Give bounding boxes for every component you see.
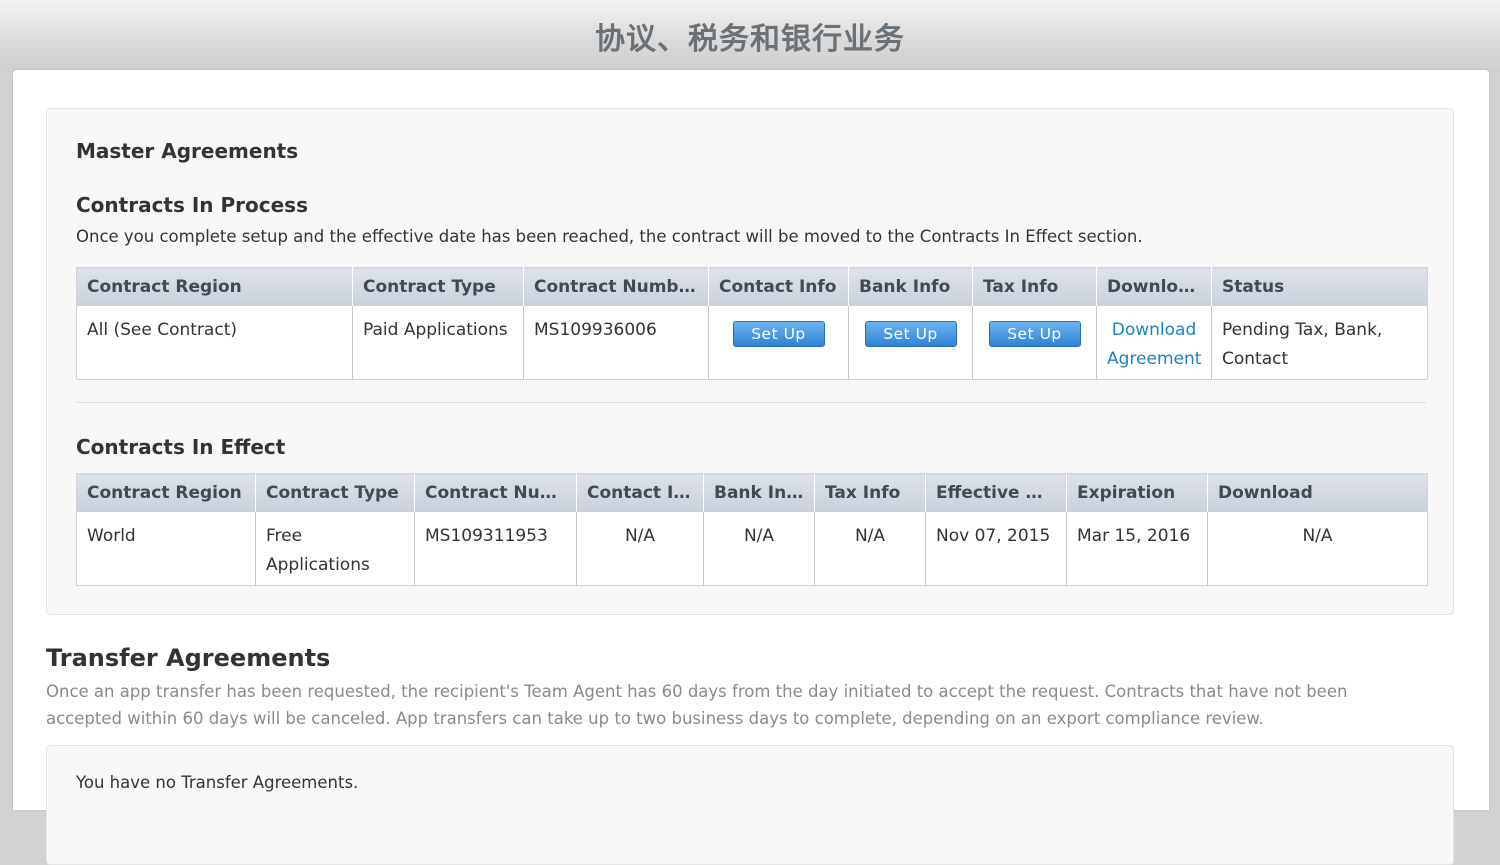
column-header[interactable]: Contract Number	[523, 267, 709, 306]
column-header[interactable]: Expiration	[1066, 473, 1208, 512]
transfer-agreements-heading: Transfer Agreements	[46, 644, 331, 672]
column-header[interactable]: Bank Info	[703, 473, 815, 512]
bank-setup-button[interactable]: Set Up	[864, 320, 957, 347]
tax-info-cell: Set Up	[972, 305, 1097, 380]
expiration-cell: Mar 15, 2016	[1066, 511, 1208, 586]
column-header[interactable]: Tax Info	[814, 473, 926, 512]
column-header[interactable]: Download	[1207, 473, 1428, 512]
contracts-in-process-description: Once you complete setup and the effectiv…	[76, 227, 1143, 246]
contracts-in-effect-table: Contract Region Contract Type Contract N…	[76, 473, 1428, 586]
no-transfer-agreements-message: You have no Transfer Agreements.	[76, 773, 359, 792]
tax-setup-button[interactable]: Set Up	[988, 320, 1081, 347]
transfer-agreements-description: Once an app transfer has been requested,…	[46, 682, 1348, 728]
table-header-row: Contract Region Contract Type Contract N…	[76, 267, 1428, 306]
table-row: World Free Applications MS109311953 N/A …	[77, 511, 1428, 586]
download-cell: N/A	[1207, 511, 1428, 586]
contracts-in-process-table: Contract Region Contract Type Contract N…	[76, 267, 1428, 380]
content-card: Master Agreements Contracts In Process O…	[13, 70, 1489, 865]
column-header[interactable]: Contract Num…	[414, 473, 577, 512]
contract-type-cell: Free Applications	[255, 511, 415, 586]
column-header[interactable]: Contact Info	[576, 473, 704, 512]
column-header[interactable]: Contract Type	[255, 473, 415, 512]
status-cell: Pending Tax, Bank, Contact	[1211, 305, 1428, 380]
effective-date-cell: Nov 07, 2015	[925, 511, 1067, 586]
contracts-in-effect-heading: Contracts In Effect	[76, 435, 286, 459]
master-agreements-panel: Master Agreements Contracts In Process O…	[46, 108, 1454, 615]
download-cell: Download Agreement	[1096, 305, 1212, 380]
page-header: 协议、税务和银行业务	[0, 0, 1500, 72]
contract-type-cell: Paid Applications	[352, 305, 524, 380]
bank-info-cell: N/A	[703, 511, 815, 586]
transfer-agreements-panel: You have no Transfer Agreements.	[46, 745, 1454, 865]
section-divider	[76, 402, 1426, 403]
column-header[interactable]: Download	[1096, 267, 1212, 306]
column-header[interactable]: Contract Region	[76, 473, 256, 512]
column-header[interactable]: Contract Region	[76, 267, 353, 306]
master-agreements-heading: Master Agreements	[76, 139, 299, 163]
column-header[interactable]: Contract Type	[352, 267, 524, 306]
column-header[interactable]: Tax Info	[972, 267, 1097, 306]
column-header[interactable]: Bank Info	[848, 267, 973, 306]
column-header[interactable]: Contact Info	[708, 267, 849, 306]
page-title: 协议、税务和银行业务	[595, 22, 905, 57]
contract-number-cell: MS109311953	[414, 511, 577, 586]
table-header-row: Contract Region Contract Type Contract N…	[76, 473, 1428, 512]
column-header[interactable]: Status	[1211, 267, 1428, 306]
download-agreement-link[interactable]: Download Agreement	[1107, 320, 1201, 369]
contact-setup-button[interactable]: Set Up	[732, 320, 825, 347]
contact-info-cell: Set Up	[708, 305, 849, 380]
contracts-in-process-heading: Contracts In Process	[76, 193, 308, 217]
contract-region-cell: All (See Contract)	[87, 319, 237, 340]
contract-number-cell: MS109936006	[523, 305, 709, 380]
column-header[interactable]: Effective Date	[925, 473, 1067, 512]
contract-region-cell: World	[87, 525, 136, 546]
bank-info-cell: Set Up	[848, 305, 973, 380]
table-row: All (See Contract) Paid Applications MS1…	[77, 305, 1428, 380]
tax-info-cell: N/A	[814, 511, 926, 586]
contact-info-cell: N/A	[576, 511, 704, 586]
